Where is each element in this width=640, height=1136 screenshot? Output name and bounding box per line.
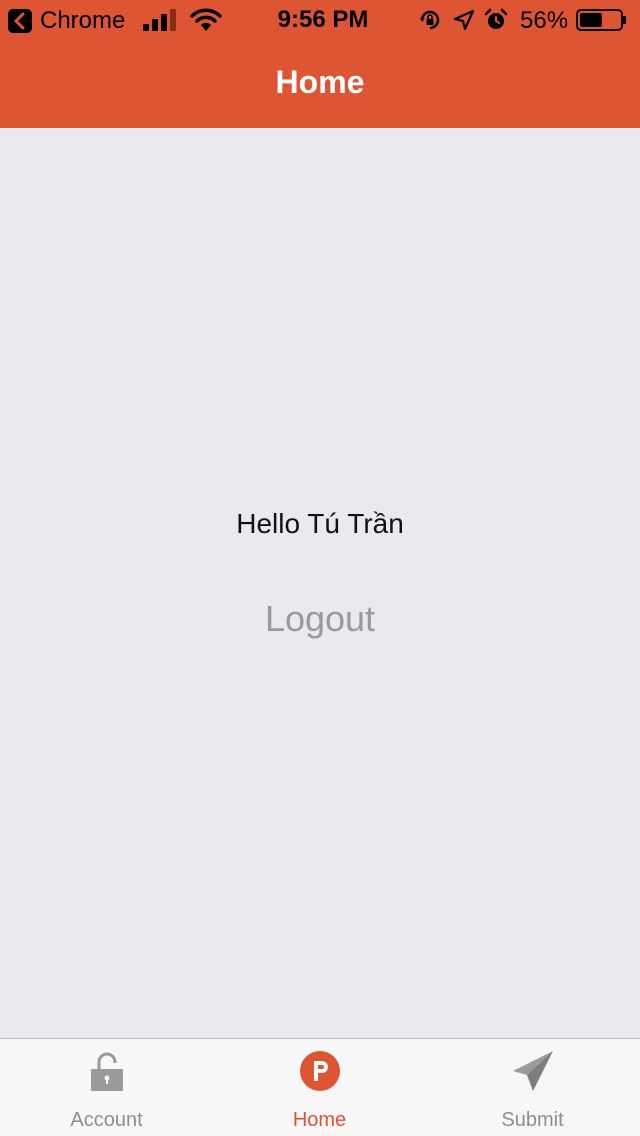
tab-submit[interactable]: Submit [426, 1039, 639, 1136]
tab-account[interactable]: Account [0, 1039, 213, 1136]
screen: Chrome 9:56 PM 56% Home Hello Tú Trần Lo… [0, 0, 640, 1136]
alarm-icon [484, 8, 508, 29]
product-hunt-icon [299, 1051, 340, 1091]
paper-plane-icon [512, 1051, 553, 1091]
status-bar: Chrome 9:56 PM 56% [0, 0, 640, 40]
location-arrow-icon [453, 9, 475, 31]
greeting-text: Hello Tú Trần [236, 508, 404, 539]
tab-home[interactable]: Home [213, 1039, 426, 1136]
app-header: Chrome 9:56 PM 56% Home [0, 0, 640, 128]
battery-icon [576, 9, 626, 31]
rotation-lock-icon [420, 10, 440, 30]
page-title: Home [275, 64, 365, 100]
logout-button[interactable]: Logout [220, 598, 420, 640]
tab-account-label: Account [70, 1109, 143, 1131]
lock-icon [90, 1052, 123, 1091]
battery-percentage: 56% [520, 7, 569, 34]
tab-submit-label: Submit [501, 1109, 564, 1131]
tab-home-label: Home [292, 1109, 347, 1131]
tab-bar: Account Home Submit [0, 1038, 640, 1136]
